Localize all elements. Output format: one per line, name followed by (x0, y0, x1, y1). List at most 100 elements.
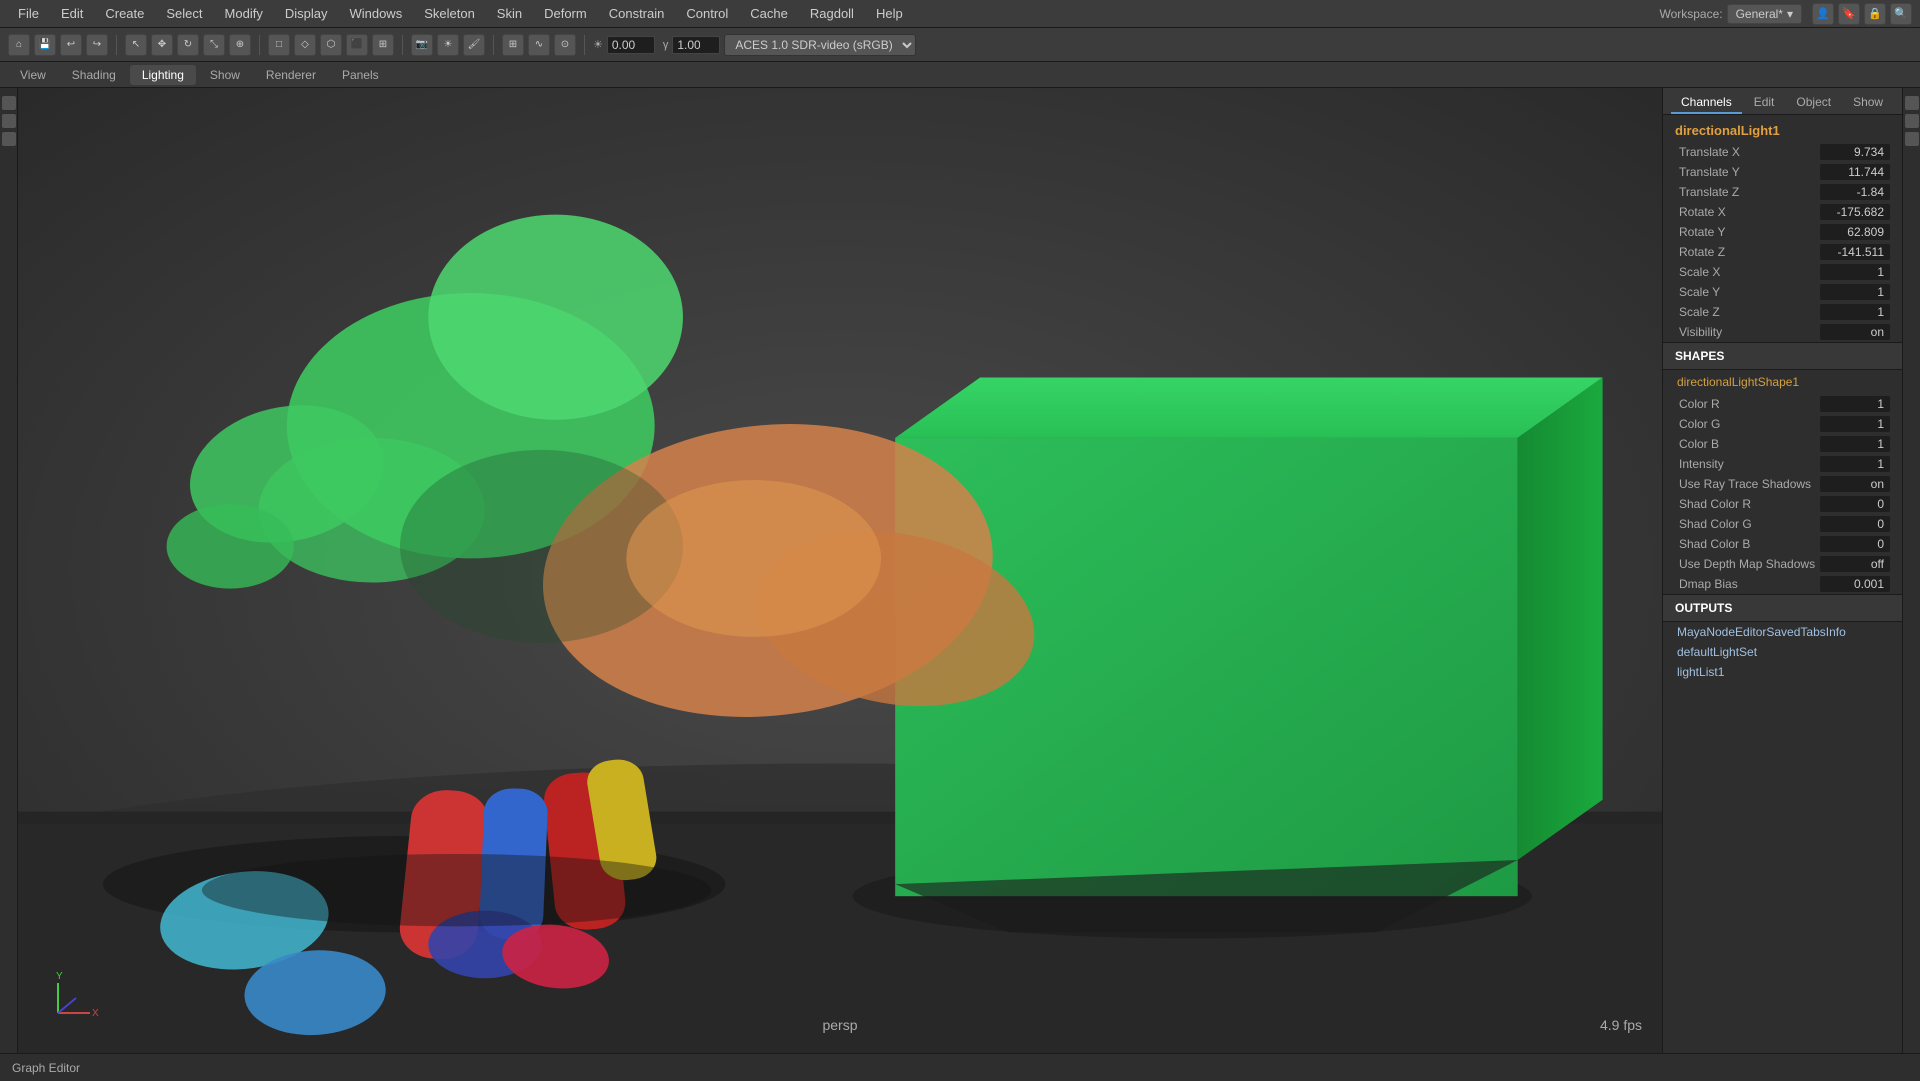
lattice-btn[interactable]: ⊞ (372, 34, 394, 56)
shapes-section-header[interactable]: SHAPES (1663, 342, 1902, 370)
menu-windows[interactable]: Windows (339, 4, 412, 23)
attr-row: Dmap Bias 0.001 (1663, 574, 1902, 594)
menu-edit[interactable]: Edit (51, 4, 93, 23)
attr-row: Shad Color B 0 (1663, 534, 1902, 554)
attr-row: Translate Y 11.744 (1663, 162, 1902, 182)
output-item-2[interactable]: lightList1 (1663, 662, 1902, 682)
attr-label-scale-z: Scale Z (1679, 305, 1820, 319)
attr-value-color-b[interactable]: 1 (1820, 436, 1890, 452)
tab-object[interactable]: Object (1786, 92, 1841, 114)
attr-value-rotate-z[interactable]: -141.511 (1820, 244, 1890, 260)
menu-file[interactable]: File (8, 4, 49, 23)
person-icon[interactable]: 👤 (1812, 3, 1834, 25)
snap-point-btn[interactable]: ⊙ (554, 34, 576, 56)
tab-panels[interactable]: Panels (330, 65, 391, 85)
attr-value-color-g[interactable]: 1 (1820, 416, 1890, 432)
tab-view[interactable]: View (8, 65, 58, 85)
menu-cache[interactable]: Cache (740, 4, 798, 23)
menu-modify[interactable]: Modify (215, 4, 273, 23)
menu-help[interactable]: Help (866, 4, 913, 23)
attr-row: Scale X 1 (1663, 262, 1902, 282)
move-btn[interactable]: ✥ (151, 34, 173, 56)
viewport-perspective-label: persp (822, 1017, 857, 1033)
menu-display[interactable]: Display (275, 4, 338, 23)
menu-constrain[interactable]: Constrain (599, 4, 675, 23)
transform-btn[interactable]: ⊕ (229, 34, 251, 56)
bottombar: Graph Editor (0, 1053, 1920, 1081)
attr-value-shad-color-r[interactable]: 0 (1820, 496, 1890, 512)
snap-curve-btn[interactable]: ∿ (528, 34, 550, 56)
tab-shading[interactable]: Shading (60, 65, 128, 85)
undo-btn[interactable]: ↩ (60, 34, 82, 56)
exposure-input[interactable] (607, 36, 655, 54)
outputs-section-header[interactable]: OUTPUTS (1663, 594, 1902, 622)
camera-btn[interactable]: 📷 (411, 34, 433, 56)
attr-value-shad-color-b[interactable]: 0 (1820, 536, 1890, 552)
gamma-icon: γ (663, 39, 669, 51)
menu-ragdoll[interactable]: Ragdoll (800, 4, 864, 23)
save-btn[interactable]: 💾 (34, 34, 56, 56)
attr-value-shad-color-g[interactable]: 0 (1820, 516, 1890, 532)
attr-value-visibility[interactable]: on (1820, 324, 1890, 340)
viewport[interactable]: persp 4.9 fps Y X (18, 88, 1662, 1053)
sep2 (259, 35, 260, 55)
mesh-btn[interactable]: ⬛ (346, 34, 368, 56)
attr-value-scale-y[interactable]: 1 (1820, 284, 1890, 300)
nurbs-btn[interactable]: ◇ (294, 34, 316, 56)
lock-icon[interactable]: 🔒 (1864, 3, 1886, 25)
menu-skeleton[interactable]: Skeleton (414, 4, 485, 23)
colorspace-select[interactable]: ACES 1.0 SDR-video (sRGB) (724, 34, 916, 56)
right-tool-icon-1[interactable] (1905, 96, 1919, 110)
menu-create[interactable]: Create (95, 4, 154, 23)
attr-value-color-r[interactable]: 1 (1820, 396, 1890, 412)
menu-skin[interactable]: Skin (487, 4, 532, 23)
attr-value-intensity[interactable]: 1 (1820, 456, 1890, 472)
attr-value-dmap-bias[interactable]: 0.001 (1820, 576, 1890, 592)
right-tool-icon-2[interactable] (1905, 114, 1919, 128)
menu-select[interactable]: Select (156, 4, 212, 23)
attr-value-rotate-y[interactable]: 62.809 (1820, 224, 1890, 240)
output-item-1[interactable]: defaultLightSet (1663, 642, 1902, 662)
menu-deform[interactable]: Deform (534, 4, 597, 23)
select-btn[interactable]: ↖ (125, 34, 147, 56)
tab-show[interactable]: Show (198, 65, 252, 85)
menu-control[interactable]: Control (676, 4, 738, 23)
attr-value-translate-y[interactable]: 11.744 (1820, 164, 1890, 180)
gamma-input[interactable] (672, 36, 720, 54)
rotate-btn[interactable]: ↻ (177, 34, 199, 56)
tab-lighting[interactable]: Lighting (130, 65, 196, 85)
attr-row: Color G 1 (1663, 414, 1902, 434)
home-btn[interactable]: ⌂ (8, 34, 30, 56)
light-btn[interactable]: ☀ (437, 34, 459, 56)
sidebar-layer-icon[interactable] (2, 132, 16, 146)
scale-btn[interactable]: ⤡ (203, 34, 225, 56)
tab-channels[interactable]: Channels (1671, 92, 1742, 114)
attr-label-rotate-x: Rotate X (1679, 205, 1820, 219)
attr-row: Use Depth Map Shadows off (1663, 554, 1902, 574)
snap-grid-btn[interactable]: ⊞ (502, 34, 524, 56)
sidebar-tool-icon[interactable] (2, 114, 16, 128)
poly-btn[interactable]: □ (268, 34, 290, 56)
attr-value-scale-z[interactable]: 1 (1820, 304, 1890, 320)
output-item-0[interactable]: MayaNodeEditorSavedTabsInfo (1663, 622, 1902, 642)
attr-value-rotate-x[interactable]: -175.682 (1820, 204, 1890, 220)
attr-value-translate-z[interactable]: -1.84 (1820, 184, 1890, 200)
paint-btn[interactable]: 🖌 (463, 34, 485, 56)
attr-value-scale-x[interactable]: 1 (1820, 264, 1890, 280)
tab-edit[interactable]: Edit (1744, 92, 1785, 114)
bookmark-icon[interactable]: 🔖 (1838, 3, 1860, 25)
sidebar-outliner-icon[interactable] (2, 96, 16, 110)
attr-label-rotate-y: Rotate Y (1679, 225, 1820, 239)
attr-label-use-depth-map: Use Depth Map Shadows (1679, 557, 1820, 571)
search-icon[interactable]: 🔍 (1890, 3, 1912, 25)
workspace-selector[interactable]: General* ▾ (1727, 4, 1802, 24)
subdiv-btn[interactable]: ⬡ (320, 34, 342, 56)
attr-value-use-ray-trace[interactable]: on (1820, 476, 1890, 492)
tab-renderer[interactable]: Renderer (254, 65, 328, 85)
attr-value-translate-x[interactable]: 9.734 (1820, 144, 1890, 160)
attr-value-use-depth-map[interactable]: off (1820, 556, 1890, 572)
graph-editor-label: Graph Editor (12, 1061, 80, 1075)
right-tool-icon-3[interactable] (1905, 132, 1919, 146)
tab-show[interactable]: Show (1843, 92, 1893, 114)
redo-btn[interactable]: ↪ (86, 34, 108, 56)
